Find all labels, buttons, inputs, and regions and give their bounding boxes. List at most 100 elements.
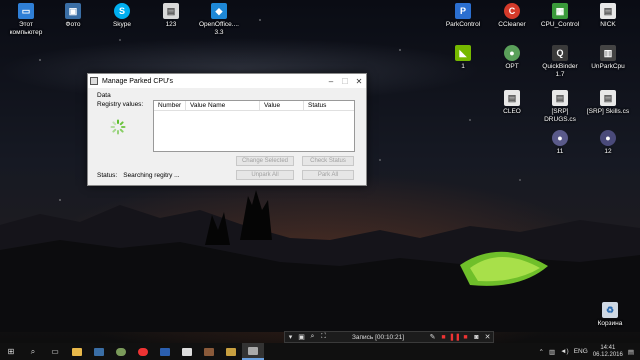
desktop-icon-srp-skills[interactable]: ▤ [SRP] Skills.cs	[580, 90, 636, 116]
taskbar-yandex-browser[interactable]	[132, 343, 154, 360]
app-icon	[90, 77, 98, 85]
recycle-bin-icon: ♻	[602, 302, 618, 318]
desktop-icon-1[interactable]: ◣ 1	[435, 45, 491, 71]
notifications-icon[interactable]: ▤	[628, 348, 634, 356]
desktop-icon-openoffice[interactable]: ◆ OpenOffice.... 3.3	[191, 3, 247, 37]
desktop-icon-label: NICK	[600, 21, 616, 28]
capture-area-icon[interactable]: ▣	[296, 333, 307, 341]
window-title: Manage Parked CPU's	[102, 77, 173, 85]
check-status-button[interactable]: Check Status	[302, 156, 354, 166]
photos-icon: ▣	[65, 3, 81, 19]
samp-icon	[182, 347, 192, 356]
zoom-icon[interactable]: ⌕	[307, 333, 318, 341]
list-header: Number Value Name Value Status	[154, 100, 354, 111]
game-icon	[204, 347, 214, 356]
file-icon: ▤	[552, 90, 568, 106]
desktop-icon-label: [SRP] Skills.cs	[586, 108, 630, 115]
desktop-icon-skype[interactable]: S Skype	[94, 3, 150, 29]
desktop-icon-photos[interactable]: ▣ Фото	[45, 3, 101, 29]
desktop-icon-label: Фото	[65, 21, 81, 28]
taskbar-app-globe[interactable]	[110, 343, 132, 360]
parkcontrol-icon: P	[455, 3, 471, 19]
clock[interactable]: 14:41 06.12.2016	[593, 345, 623, 359]
menu-dropdown-icon[interactable]: ▾	[285, 333, 296, 341]
column-header-status[interactable]: Status	[304, 101, 354, 111]
app-icon: ●	[600, 130, 616, 146]
desktop-icon-12[interactable]: ● 12	[580, 130, 636, 156]
desktop-icon-label: Корзина	[597, 320, 623, 327]
clock-date: 06.12.2016	[592, 351, 623, 358]
nvidia-icon: ◣	[455, 45, 471, 61]
stop-icon[interactable]: ■	[460, 334, 471, 341]
computer-icon: ▭	[18, 3, 34, 19]
start-button[interactable]: ⊞	[0, 343, 22, 360]
taskbar-file-explorer[interactable]	[66, 343, 88, 360]
desktop-icon-label: UnParkCpu	[591, 63, 625, 70]
screen-recorder-bar: ▾ ▣ ⌕ ⛶ Запись [00:10:21] ✎ ■ ❚❚ ■ ◙ ✕	[284, 331, 494, 343]
status-label: Status:	[97, 172, 118, 179]
volume-icon[interactable]: ◄)	[560, 348, 569, 355]
loading-spinner-icon	[110, 119, 126, 135]
draw-pencil-icon[interactable]: ✎	[427, 333, 438, 341]
taskbar-sa-mp[interactable]	[176, 343, 198, 360]
registry-values-label: Registry values:	[97, 101, 144, 108]
desktop-icon-label: OpenOffice.... 3.3	[199, 21, 239, 36]
desktop-icon-label: Skype	[112, 21, 132, 28]
monitor-icon	[160, 347, 170, 356]
unparkcpu-icon: ▥	[600, 45, 616, 61]
close-icon[interactable]: ✕	[482, 333, 493, 341]
status-value: Searching regitry ...	[123, 172, 180, 179]
manage-parked-cpus-window: Manage Parked CPU's – ☐ ✕ Data Registry …	[87, 73, 367, 186]
column-header-number[interactable]: Number	[154, 100, 186, 111]
camera-icon[interactable]: ◙	[471, 334, 482, 341]
file-icon: ▤	[163, 3, 179, 19]
photos-icon	[94, 347, 104, 356]
network-icon[interactable]: ▥	[549, 348, 555, 356]
quickbinder-icon: Q	[552, 45, 568, 61]
taskbar-manage-parked-cpus[interactable]	[242, 343, 264, 360]
park-all-button[interactable]: Park All	[302, 170, 354, 180]
change-selected-button[interactable]: Change Selected	[236, 156, 294, 166]
close-button[interactable]: ✕	[352, 77, 366, 86]
file-icon: ▤	[600, 3, 616, 19]
pause-icon[interactable]: ❚❚	[449, 333, 461, 341]
video-icon	[226, 347, 236, 356]
recording-timer: Запись [00:10:21]	[351, 333, 405, 341]
data-group-label: Data	[97, 92, 111, 99]
registry-values-list[interactable]: Number Value Name Value Status	[153, 100, 355, 152]
cpu-control-icon: ▦	[552, 3, 568, 19]
ccleaner-icon: C	[504, 3, 520, 19]
record-icon[interactable]: ■	[438, 334, 449, 341]
taskbar-monitor-app[interactable]	[154, 343, 176, 360]
desktop-icon-label: ParkControl	[445, 21, 481, 28]
yandex-icon	[138, 347, 148, 356]
clock-time: 14:41	[600, 344, 616, 351]
minimize-button[interactable]: –	[324, 77, 338, 86]
window-titlebar[interactable]: Manage Parked CPU's – ☐ ✕	[88, 74, 366, 88]
desktop-icon-parkcontrol[interactable]: P ParkControl	[435, 3, 491, 29]
tray-chevron-icon[interactable]: ⌃	[539, 348, 544, 356]
column-header-value[interactable]: Value	[260, 100, 304, 111]
window-app-icon	[248, 346, 258, 355]
app-icon: ●	[504, 45, 520, 61]
desktop-icon-recycle-bin[interactable]: ♻ Корзина	[582, 302, 638, 328]
taskbar-video-app[interactable]	[220, 343, 242, 360]
desktop-icon-unparkcpu[interactable]: ▥ UnParkCpu	[580, 45, 636, 71]
status-line: Status: Searching regitry ...	[97, 172, 180, 179]
fullscreen-icon[interactable]: ⛶	[318, 333, 329, 341]
column-header-value-name[interactable]: Value Name	[186, 100, 260, 111]
file-icon: ▤	[600, 90, 616, 106]
task-view-icon[interactable]: ▭	[44, 343, 66, 360]
openoffice-icon: ◆	[211, 3, 227, 19]
language-indicator[interactable]: ENG	[574, 348, 588, 355]
search-icon[interactable]: ⌕	[22, 343, 44, 360]
globe-icon	[116, 347, 126, 356]
file-icon: ▤	[504, 90, 520, 106]
desktop-icon-nick[interactable]: ▤ NICK	[580, 3, 636, 29]
desktop-icon-label: 1	[461, 63, 465, 70]
taskbar-game-app[interactable]	[198, 343, 220, 360]
system-tray: ⌃ ▥ ◄) ENG 14:41 06.12.2016 ▤	[539, 343, 635, 360]
folder-icon	[72, 347, 82, 356]
taskbar-photos[interactable]	[88, 343, 110, 360]
unpark-all-button[interactable]: Unpark All	[236, 170, 294, 180]
